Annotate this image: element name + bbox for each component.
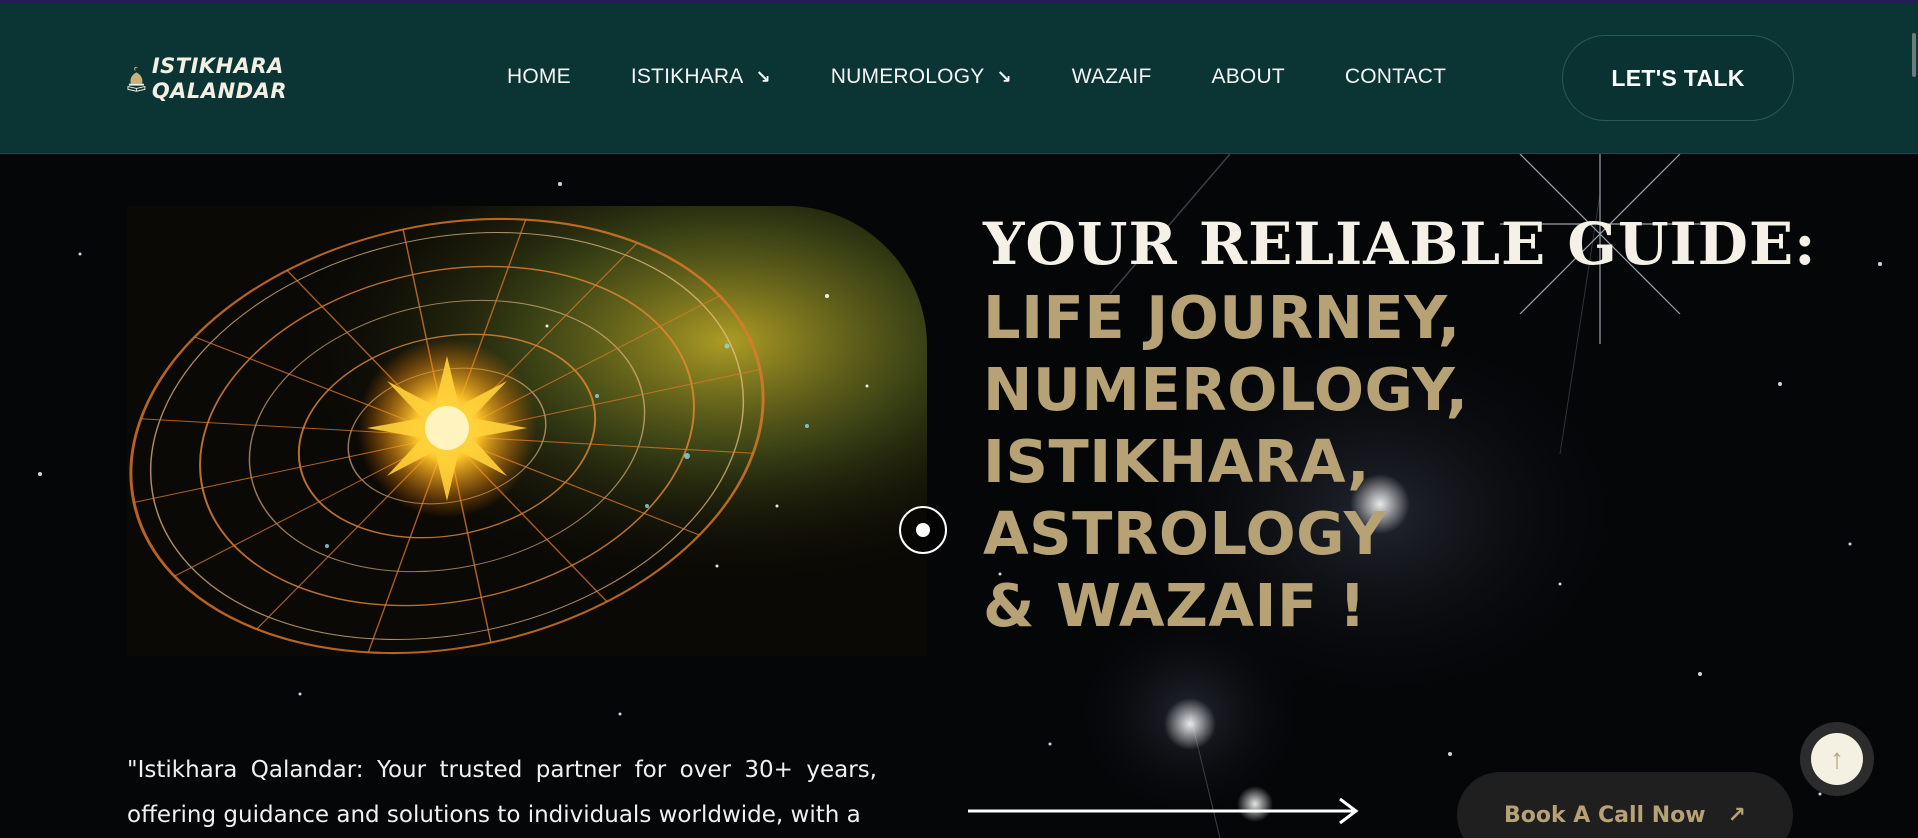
nav-item-label: CONTACT xyxy=(1344,65,1447,88)
logo-line-2: QALANDAR xyxy=(151,79,287,103)
zodiac-wheel-illustration xyxy=(127,206,927,656)
site-logo-text: ISTIKHARA QALANDAR xyxy=(152,54,287,104)
scroll-to-top-button[interactable]: ↑ xyxy=(1800,722,1874,796)
slider-dot-button[interactable] xyxy=(899,506,947,554)
nav-item-label: ISTIKHARA xyxy=(630,65,744,88)
arrow-up-icon: ↑ xyxy=(1811,733,1863,785)
main-nav: HOME ISTIKHARA ↘ NUMEROLOGY ↘ WAZAIF ABO… xyxy=(507,65,1506,89)
arrow-up-right-icon: ↗ xyxy=(1727,802,1746,828)
hero-section: YOUR RELIABLE GUIDE: LIFE JOURNEY, NUMER… xyxy=(0,154,1918,838)
hero-intro-text: "Istikhara Qalandar: Your trusted partne… xyxy=(127,757,877,828)
mosque-book-logo-icon xyxy=(127,66,146,92)
nav-item-numerology[interactable]: NUMEROLOGY ↘ xyxy=(831,65,1012,89)
logo-line-1: ISTIKHARA xyxy=(151,54,284,78)
arrow-down-right-icon: ↘ xyxy=(996,66,1012,87)
site-logo[interactable]: ISTIKHARA QALANDAR xyxy=(127,47,287,111)
hero-subtitle: LIFE JOURNEY, NUMEROLOGY, ISTIKHARA, AST… xyxy=(983,283,1469,640)
nav-item-wazaif[interactable]: WAZAIF xyxy=(1072,65,1152,89)
nav-item-about[interactable]: ABOUT xyxy=(1212,65,1285,89)
nav-item-label: HOME xyxy=(507,65,571,88)
nav-item-label: WAZAIF xyxy=(1071,65,1152,88)
nav-item-label: NUMEROLOGY xyxy=(830,65,985,88)
site-header: ISTIKHARA QALANDAR HOME ISTIKHARA ↘ NUME… xyxy=(0,3,1918,154)
scrollbar-thumb[interactable] xyxy=(1912,33,1916,77)
nav-item-label: ABOUT xyxy=(1211,65,1285,88)
book-call-button[interactable]: Book A Call Now ↗ xyxy=(1457,772,1793,838)
long-arrow-right-icon xyxy=(968,797,1359,825)
nav-item-contact[interactable]: CONTACT xyxy=(1345,65,1446,89)
nav-item-istikhara[interactable]: ISTIKHARA ↘ xyxy=(631,65,771,89)
nav-item-home[interactable]: HOME xyxy=(507,65,571,89)
hero-title: YOUR RELIABLE GUIDE: xyxy=(983,210,1817,278)
arrow-down-right-icon: ↘ xyxy=(755,66,771,87)
book-call-label: Book A Call Now xyxy=(1504,802,1706,828)
zodiac-wheel-image xyxy=(127,206,927,656)
lets-talk-button[interactable]: LET'S TALK xyxy=(1562,35,1794,121)
